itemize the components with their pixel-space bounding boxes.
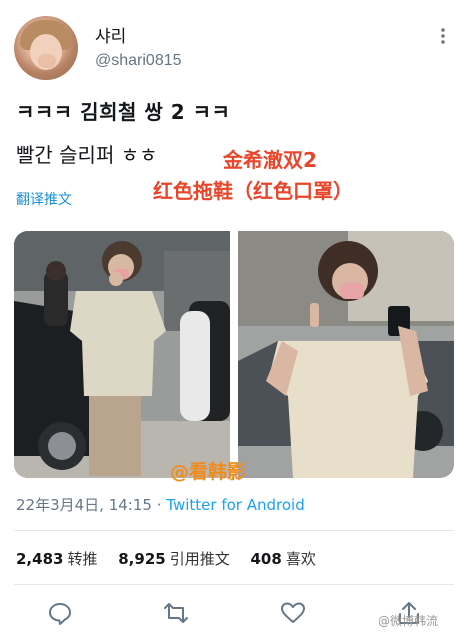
- like-label[interactable]: 喜欢: [286, 550, 316, 568]
- retweet-label[interactable]: 转推: [67, 550, 97, 568]
- meta-separator: ·: [156, 496, 162, 514]
- quote-label[interactable]: 引用推文: [170, 550, 230, 568]
- like-count[interactable]: 408: [251, 550, 282, 568]
- like-icon[interactable]: [280, 600, 306, 626]
- tweet-text-line-2: 빨간 슬리퍼 ㅎㅎ: [16, 143, 158, 167]
- tweet-stats: 2,483 转推 8,925 引用推文 408 喜欢: [16, 548, 332, 569]
- tweet-text-line-1: ㅋㅋㅋ 김희철 쌍 2 ㅋㅋ: [16, 100, 231, 124]
- avatar[interactable]: [14, 16, 78, 80]
- more-vertical-icon[interactable]: [436, 26, 450, 46]
- user-handle[interactable]: @shari0815: [95, 52, 182, 70]
- tweet-photo-right[interactable]: [238, 231, 454, 478]
- corner-watermark: @微博韩流: [378, 614, 439, 628]
- overlay-caption-1: 金希澈双2: [223, 148, 317, 172]
- tweet-timestamp[interactable]: 22年3月4日, 14:15: [16, 496, 152, 514]
- divider: [14, 530, 454, 531]
- retweet-icon[interactable]: [163, 600, 189, 626]
- tweet-meta: 22年3月4日, 14:15 · Twitter for Android: [16, 494, 305, 515]
- tweet-source-app[interactable]: Twitter for Android: [166, 496, 304, 514]
- overlay-caption-2: 红色拖鞋（红色口罩）: [153, 179, 353, 203]
- tweet-photo-left[interactable]: [14, 231, 230, 478]
- quote-count[interactable]: 8,925: [118, 550, 165, 568]
- image-watermark: @看韩影: [170, 461, 247, 483]
- display-name[interactable]: 샤리: [95, 22, 126, 47]
- retweet-count[interactable]: 2,483: [16, 550, 63, 568]
- divider: [14, 584, 454, 585]
- translate-tweet-link[interactable]: 翻译推文: [16, 189, 72, 209]
- reply-icon[interactable]: [47, 600, 73, 626]
